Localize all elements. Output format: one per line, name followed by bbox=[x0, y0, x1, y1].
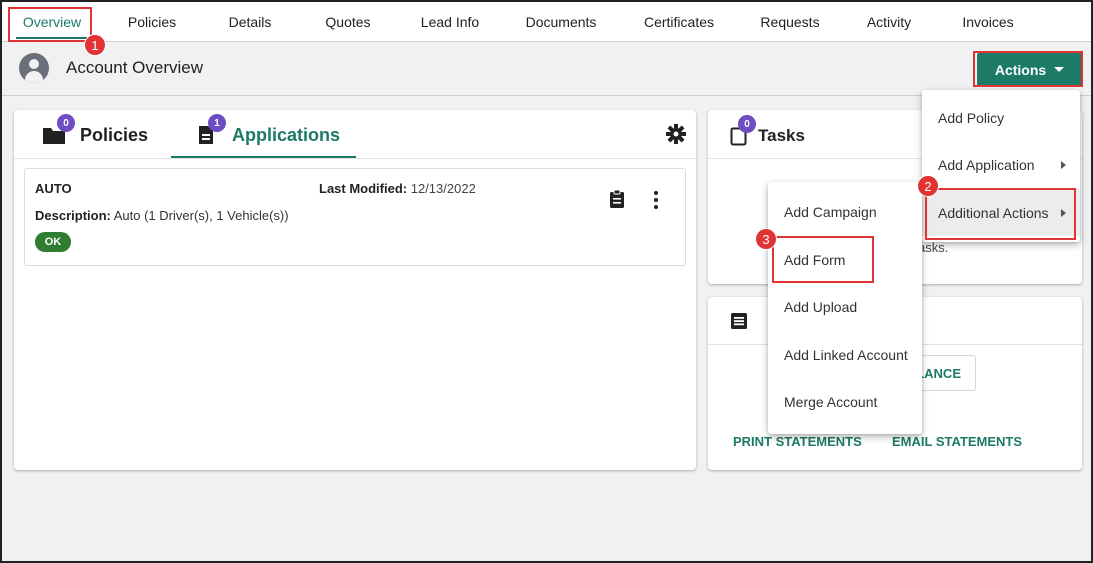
caret-right-icon bbox=[1061, 160, 1066, 169]
step-1-marker: 1 bbox=[84, 34, 106, 56]
policies-count-badge: 0 bbox=[57, 114, 75, 132]
tab-certificates[interactable]: Certificates bbox=[632, 2, 726, 41]
email-statements-button[interactable]: EMAIL STATEMENTS bbox=[892, 434, 1022, 449]
step-2-marker: 2 bbox=[917, 175, 939, 197]
tasks-title: Tasks bbox=[758, 126, 805, 145]
gear-icon[interactable] bbox=[666, 124, 686, 144]
account-header: Account Overview Actions bbox=[2, 42, 1091, 96]
tab-policies-label: Policies bbox=[80, 124, 149, 145]
caret-right-icon bbox=[1061, 208, 1066, 217]
last-modified-label: Last Modified: bbox=[319, 181, 408, 196]
tasks-empty-text: asks. bbox=[918, 240, 949, 255]
tab-documents[interactable]: Documents bbox=[514, 2, 608, 41]
tab-lead-info[interactable]: Lead Info bbox=[410, 2, 490, 41]
clipboard-icon[interactable] bbox=[609, 189, 625, 209]
tasks-header: Tasks 0 bbox=[730, 115, 805, 148]
menu-item-add-campaign[interactable]: Add Campaign bbox=[768, 188, 922, 235]
account-avatar-icon bbox=[19, 53, 49, 83]
list-icon bbox=[731, 313, 747, 329]
actions-button-label: Actions bbox=[994, 61, 1047, 78]
menu-item-additional-actions[interactable]: Additional Actions bbox=[922, 189, 1080, 236]
menu-item-merge-account[interactable]: Merge Account bbox=[768, 378, 922, 425]
menu-item-add-policy[interactable]: Add Policy bbox=[922, 94, 1080, 141]
menu-item-add-linked-account[interactable]: Add Linked Account bbox=[768, 331, 922, 378]
last-modified: Last Modified: 12/13/2022 bbox=[319, 181, 476, 196]
tab-applications-label: Applications bbox=[232, 124, 341, 145]
tab-invoices[interactable]: Invoices bbox=[950, 2, 1026, 41]
description-label: Description: bbox=[35, 208, 111, 223]
description-value: Auto (1 Driver(s), 1 Vehicle(s)) bbox=[113, 208, 289, 223]
tab-applications-card[interactable]: Applications 1 bbox=[198, 114, 341, 148]
status-badge: OK bbox=[35, 232, 71, 252]
application-description: Description: Auto (1 Driver(s), 1 Vehicl… bbox=[35, 208, 289, 223]
tab-requests[interactable]: Requests bbox=[750, 2, 830, 41]
tab-policies-card[interactable]: Policies 0 bbox=[42, 114, 149, 148]
caret-down-icon bbox=[1054, 67, 1065, 72]
tab-details[interactable]: Details bbox=[218, 2, 282, 41]
application-item[interactable]: AUTO Last Modified: 12/13/2022 Descripti… bbox=[24, 168, 686, 266]
print-statements-button[interactable]: PRINT STATEMENTS bbox=[733, 434, 862, 449]
menu-item-additional-actions-label: Additional Actions bbox=[938, 204, 1049, 221]
tasks-count-badge: 0 bbox=[738, 115, 756, 133]
policies-card: Policies 0 Applications 1 AUTO Last Modi… bbox=[14, 110, 696, 470]
page-title: Account Overview bbox=[66, 58, 203, 77]
tab-policies[interactable]: Policies bbox=[118, 2, 186, 41]
tab-overview[interactable]: Overview bbox=[10, 2, 94, 41]
more-options-icon[interactable] bbox=[654, 191, 658, 209]
step-3-marker: 3 bbox=[755, 228, 777, 250]
additional-actions-menu: Add Campaign Add Form Add Upload Add Lin… bbox=[768, 182, 922, 434]
menu-item-add-application-label: Add Application bbox=[938, 156, 1035, 173]
last-modified-value: 12/13/2022 bbox=[410, 181, 476, 196]
top-nav: Overview Policies Details Quotes Lead In… bbox=[2, 2, 1091, 42]
menu-item-add-form[interactable]: Add Form bbox=[768, 236, 922, 283]
tab-quotes[interactable]: Quotes bbox=[316, 2, 380, 41]
tab-activity[interactable]: Activity bbox=[854, 2, 924, 41]
applications-count-badge: 1 bbox=[208, 114, 226, 132]
actions-menu: Add Policy Add Application Additional Ac… bbox=[922, 90, 1080, 242]
application-title: AUTO bbox=[35, 181, 72, 196]
menu-item-add-application[interactable]: Add Application bbox=[922, 141, 1080, 188]
card-divider bbox=[14, 158, 696, 159]
actions-button[interactable]: Actions bbox=[977, 53, 1082, 86]
menu-item-add-upload[interactable]: Add Upload bbox=[768, 283, 922, 330]
